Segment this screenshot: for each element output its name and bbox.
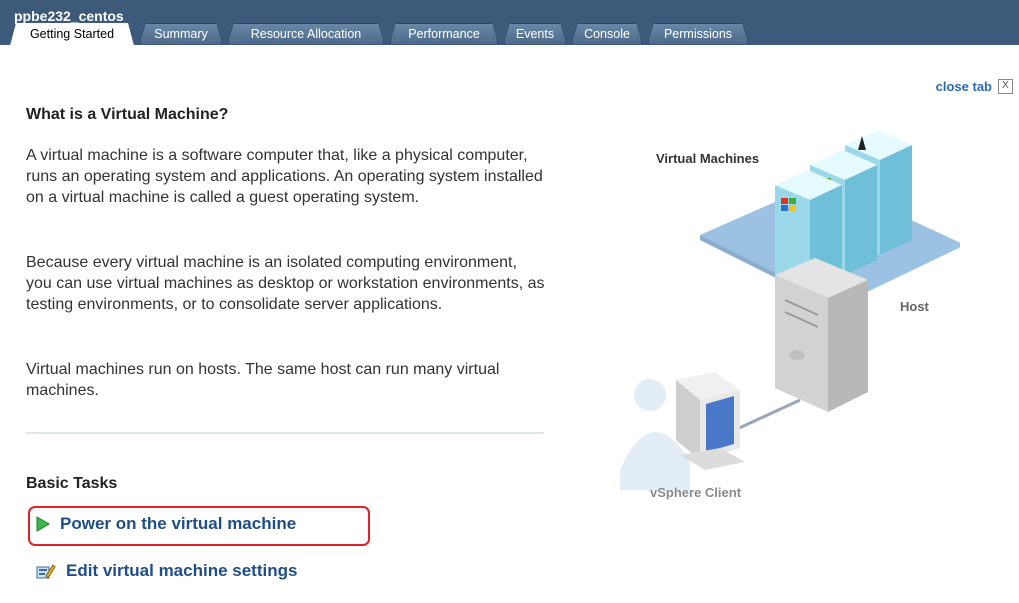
tab-summary[interactable]: Summary [140, 23, 222, 44]
play-icon [36, 516, 50, 532]
tab-permissions[interactable]: Permissions [648, 23, 748, 44]
power-on-link[interactable]: Power on the virtual machine [60, 514, 296, 534]
vm-host-diagram [620, 130, 960, 490]
tab-performance[interactable]: Performance [390, 23, 498, 44]
hosts-paragraph: Virtual machines run on hosts. The same … [26, 361, 500, 399]
host-server [775, 258, 868, 412]
basic-tasks-heading: Basic Tasks [26, 475, 118, 492]
power-on-task[interactable]: Power on the virtual machine [36, 514, 296, 534]
close-tab-label[interactable]: close tab [936, 79, 992, 94]
tab-events[interactable]: Events [504, 23, 566, 44]
edit-settings-task[interactable]: Edit virtual machine settings [36, 561, 297, 581]
client-label: vSphere Client [650, 485, 742, 500]
edit-settings-link[interactable]: Edit virtual machine settings [66, 561, 297, 581]
intro-paragraph: A virtual machine is a software computer… [26, 147, 543, 206]
isolation-paragraph: Because every virtual machine is an isol… [26, 254, 545, 313]
vm-label: Virtual Machines [656, 151, 760, 166]
tab-console[interactable]: Console [572, 23, 642, 44]
close-tab-link[interactable]: close tab X [936, 79, 1013, 94]
tab-getting-started[interactable]: Getting Started [10, 23, 134, 46]
network-cable [734, 398, 801, 432]
window-title: ppbe232_centos [14, 8, 124, 24]
title-bar: ppbe232_centos Getting Started Summary R… [0, 0, 1019, 45]
close-icon[interactable]: X [998, 79, 1013, 94]
host-label: Host [900, 299, 929, 314]
tab-resource-allocation[interactable]: Resource Allocation [228, 23, 384, 44]
section-heading: What is a Virtual Machine? [26, 106, 229, 123]
edit-settings-icon [36, 564, 56, 579]
divider [26, 432, 544, 434]
